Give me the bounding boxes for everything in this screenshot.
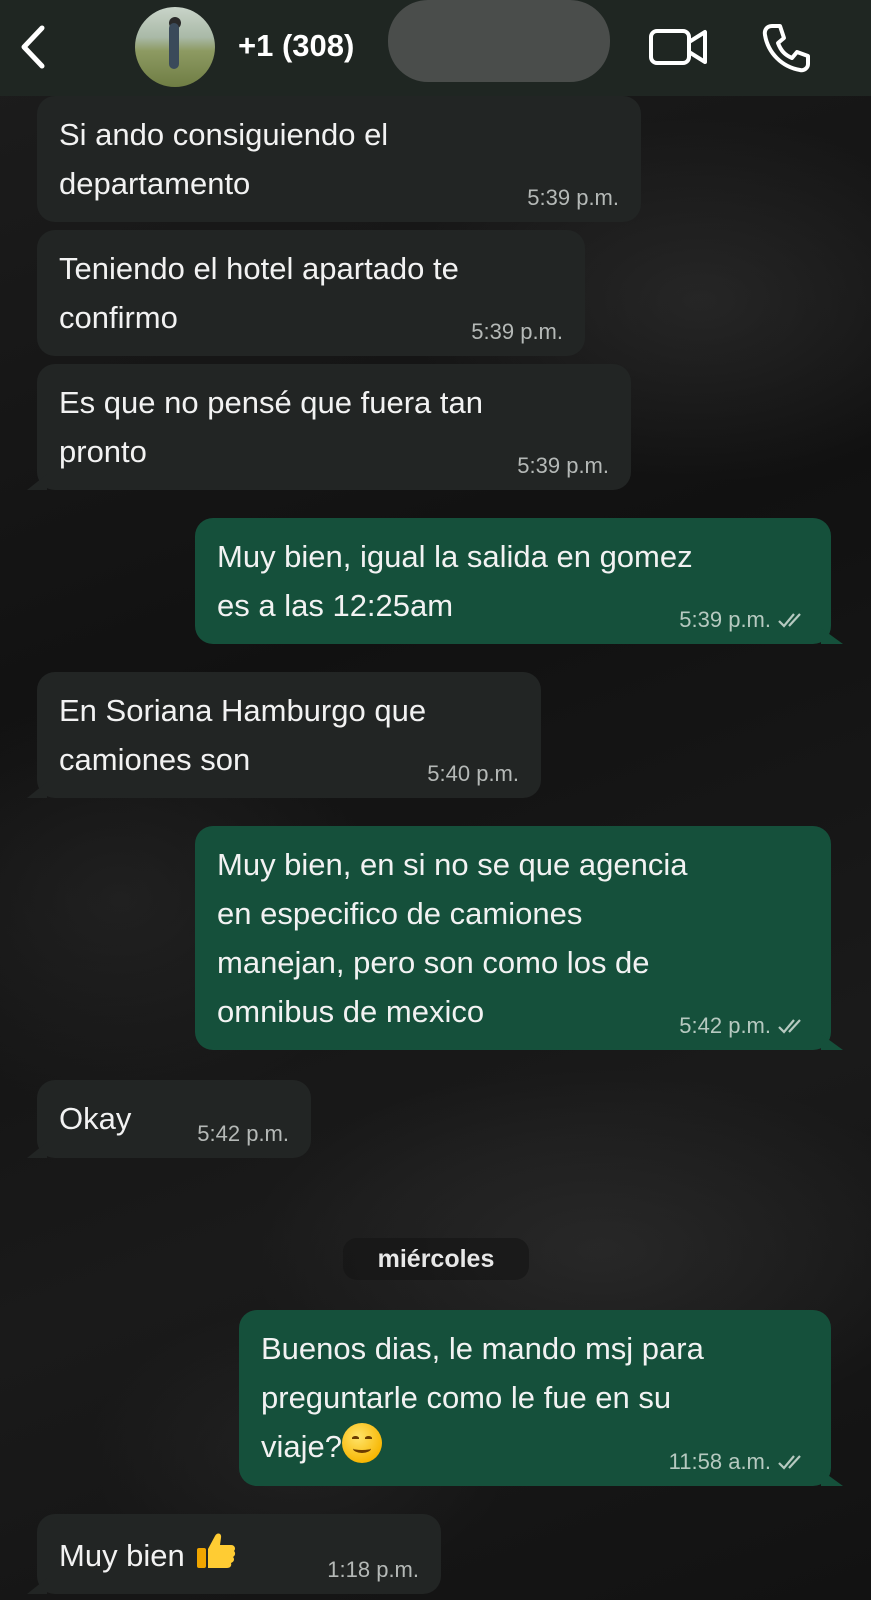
- video-call-button[interactable]: [648, 26, 710, 68]
- message-text: Si ando consiguiendo el: [59, 117, 389, 152]
- voice-call-button[interactable]: [760, 22, 812, 74]
- double-check-icon: [778, 1019, 801, 1034]
- message-bubble-incoming[interactable]: Si ando consiguiendo el departamento 5:3…: [37, 96, 641, 222]
- message-bubble-incoming[interactable]: Muy bien 1:18 p.m.: [27, 1514, 441, 1594]
- message-bubble-incoming[interactable]: En Soriana Hamburgo que camiones son 5:4…: [27, 672, 541, 798]
- double-check-icon: [778, 613, 801, 628]
- message-text: Buenos dias, le mando msj para: [261, 1331, 704, 1366]
- chat-header: +1 (308): [0, 0, 871, 96]
- message-time: 5:40 p.m.: [427, 761, 519, 786]
- message-bubble-incoming[interactable]: Es que no pensé que fuera tan pronto 5:3…: [27, 364, 631, 490]
- message-text: manejan, pero son como los de: [217, 945, 650, 980]
- phone-icon: [762, 24, 810, 73]
- message-text: Muy bien, en si no se que agencia: [217, 847, 688, 882]
- message-time: 5:39 p.m.: [517, 453, 609, 478]
- message-text: Muy bien: [59, 1538, 185, 1573]
- message-bubble-incoming[interactable]: Okay 5:42 p.m.: [27, 1080, 311, 1158]
- message-text: En Soriana Hamburgo que: [59, 693, 427, 728]
- chevron-left-icon: [21, 25, 45, 69]
- message-time: 11:58 a.m.: [668, 1449, 771, 1474]
- smiling-face-emoji: [342, 1423, 382, 1463]
- message-time: 5:42 p.m.: [197, 1121, 289, 1146]
- message-time: 5:39 p.m.: [471, 319, 563, 344]
- video-camera-icon: [649, 29, 707, 65]
- message-text: Teniendo el hotel apartado te: [59, 251, 459, 286]
- message-time: 5:39 p.m.: [527, 185, 619, 210]
- double-check-icon: [778, 1455, 801, 1470]
- thumbs-up-emoji: [197, 1533, 236, 1568]
- redaction-overlay: [388, 0, 610, 82]
- message-bubble-outgoing[interactable]: Muy bien, en si no se que agencia en esp…: [195, 826, 843, 1050]
- message-bubble-outgoing[interactable]: Muy bien, igual la salida en gomez es a …: [195, 518, 843, 644]
- message-time: 5:39 p.m.: [679, 607, 771, 632]
- message-text: preguntarle como le fue en su: [261, 1380, 672, 1415]
- contact-name[interactable]: +1 (308): [238, 28, 354, 64]
- message-text: Es que no pensé que fuera tan: [59, 385, 483, 420]
- message-text: viaje?: [261, 1429, 342, 1464]
- back-button[interactable]: [14, 22, 54, 72]
- message-bubble-incoming[interactable]: Teniendo el hotel apartado te confirmo 5…: [37, 230, 585, 356]
- avatar[interactable]: [135, 7, 215, 87]
- message-text: Muy bien, igual la salida en gomez: [217, 539, 693, 574]
- message-time: 1:18 p.m.: [327, 1557, 419, 1582]
- message-time: 5:42 p.m.: [679, 1013, 771, 1038]
- message-text: en especifico de camiones: [217, 896, 583, 931]
- day-separator: miércoles: [343, 1238, 529, 1280]
- message-bubble-outgoing[interactable]: Buenos dias, le mando msj para preguntar…: [239, 1310, 843, 1486]
